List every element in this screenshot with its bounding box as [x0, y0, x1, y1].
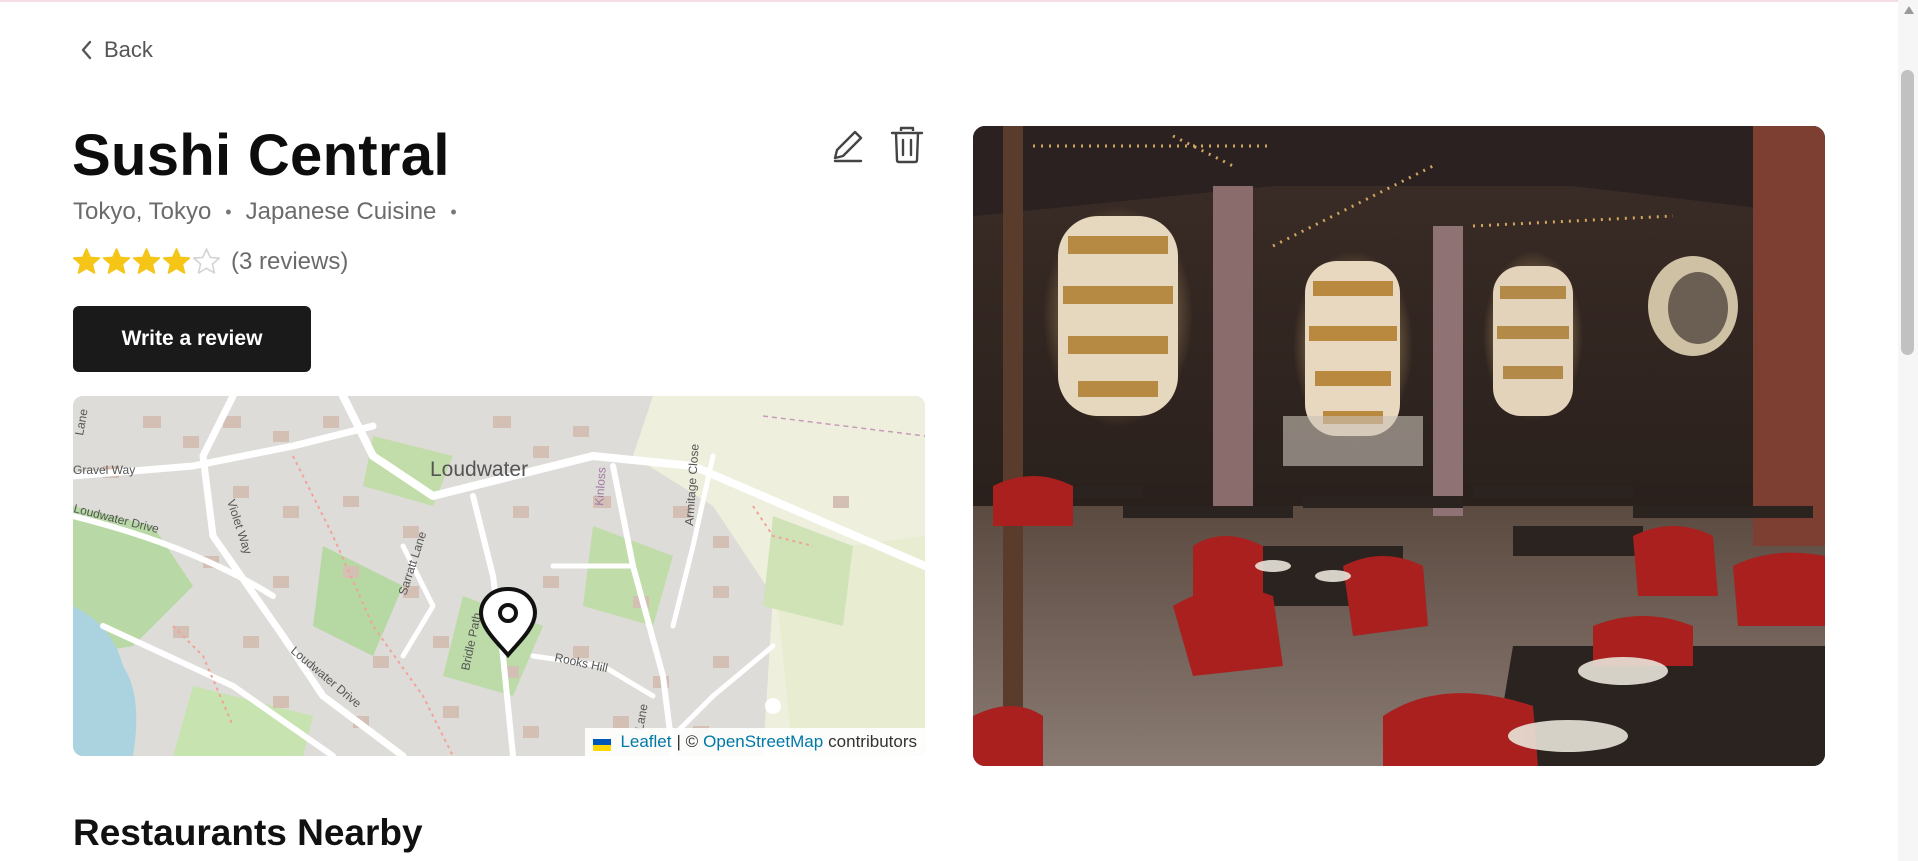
trash-icon	[890, 126, 924, 164]
restaurant-location: Tokyo, Tokyo	[73, 198, 212, 225]
map-label: Loudwater	[430, 458, 528, 481]
star-empty-icon	[192, 248, 221, 274]
write-review-button[interactable]: Write a review	[73, 306, 311, 372]
map-tiles[interactable]: Loudwater Violet Way Sarratt Lane Bridle…	[73, 396, 925, 756]
pencil-icon	[833, 130, 863, 163]
restaurants-nearby-heading: Restaurants Nearby	[73, 812, 423, 853]
restaurant-name: Sushi Central	[72, 123, 450, 188]
review-count[interactable]: (3 reviews)	[231, 248, 348, 276]
ukraine-flag-icon	[593, 736, 612, 751]
back-label: Back	[104, 37, 153, 62]
rating: (3 reviews)	[72, 247, 348, 276]
leaflet-link[interactable]: Leaflet	[620, 732, 671, 752]
delete-button[interactable]	[887, 124, 927, 166]
restaurant-meta: Tokyo, Tokyo • Japanese Cuisine •	[73, 198, 471, 226]
osm-link[interactable]: OpenStreetMap	[703, 732, 823, 752]
map-attribution: Leaflet | © OpenStreetMap contributors	[585, 728, 925, 756]
map-label: Kinloss	[592, 467, 609, 507]
back-link[interactable]: Back	[78, 34, 153, 66]
meta-separator: •	[450, 201, 457, 222]
map[interactable]: Loudwater Violet Way Sarratt Lane Bridle…	[73, 396, 925, 756]
map-label: Gravel Way	[73, 463, 135, 477]
star-filled-icon	[162, 248, 191, 274]
chevron-left-icon	[81, 40, 92, 60]
star-filled-icon	[102, 248, 131, 274]
edit-button[interactable]	[827, 124, 869, 166]
meta-separator: •	[225, 201, 232, 222]
star-rating	[72, 247, 221, 276]
restaurant-photo	[973, 126, 1825, 766]
star-filled-icon	[132, 248, 161, 274]
top-border	[0, 0, 1918, 2]
scroll-up-arrow-icon[interactable]	[1904, 6, 1914, 14]
star-filled-icon	[72, 248, 101, 274]
attribution-separator: | ©	[676, 732, 699, 751]
attribution-suffix: contributors	[828, 732, 917, 751]
scrollbar-thumb[interactable]	[1901, 70, 1914, 355]
restaurant-cuisine: Japanese Cuisine	[245, 198, 437, 225]
